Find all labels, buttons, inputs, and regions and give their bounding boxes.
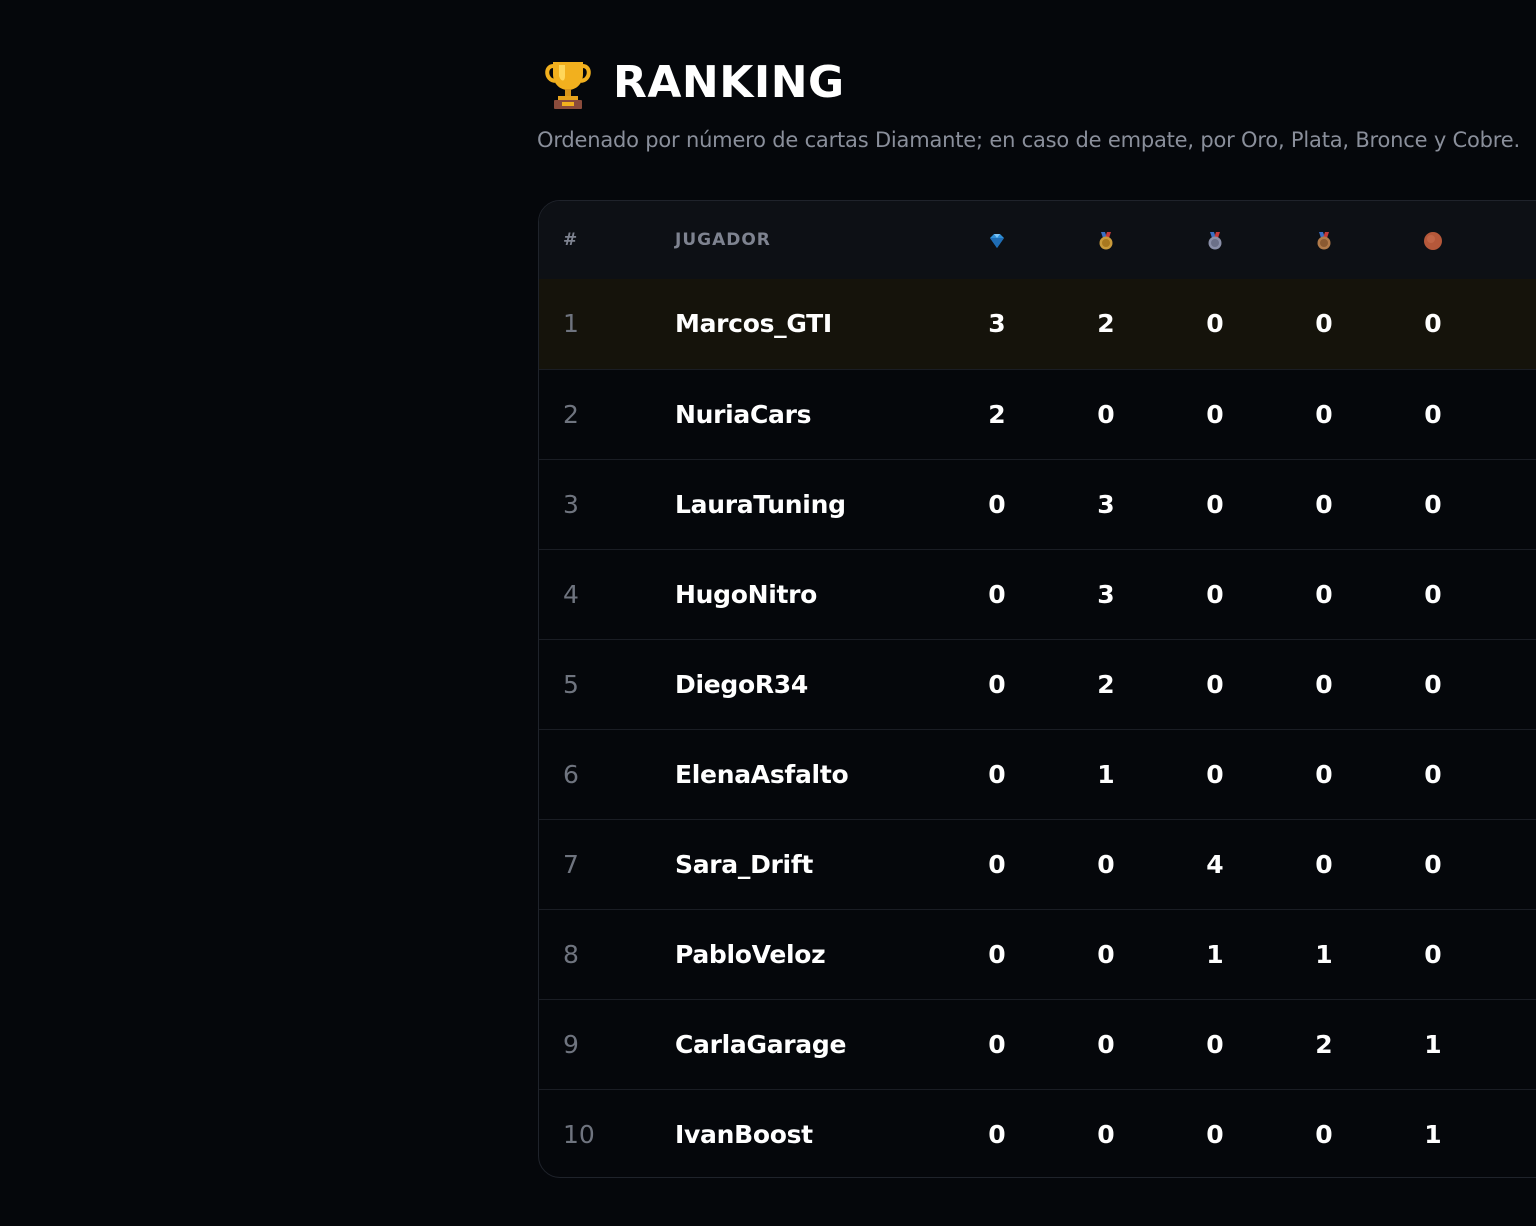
diamond-count-cell: 0 xyxy=(988,1030,1006,1059)
diamond-count-cell: 0 xyxy=(988,490,1006,519)
gold-count-cell: 0 xyxy=(1097,1120,1115,1149)
ranking-page: RANKING Ordenado por número de cartas Di… xyxy=(0,0,1536,1226)
gold-medal-icon xyxy=(1099,232,1113,250)
column-header-rank: # xyxy=(563,230,579,250)
copper-count-cell: 0 xyxy=(1424,760,1442,789)
rank-cell: 7 xyxy=(563,850,579,879)
silver-count-cell: 0 xyxy=(1206,670,1224,699)
diamond-count-cell: 2 xyxy=(988,400,1006,429)
gold-count-cell: 3 xyxy=(1097,490,1115,519)
bronze-count-cell: 0 xyxy=(1315,670,1333,699)
diamond-count-cell: 0 xyxy=(988,760,1006,789)
table-row: 6 ElenaAsfalto 0 1 0 0 0 xyxy=(539,729,1536,819)
bronze-count-cell: 0 xyxy=(1315,580,1333,609)
page-subtitle: Ordenado por número de cartas Diamante; … xyxy=(537,128,1520,152)
rank-cell: 10 xyxy=(563,1120,595,1149)
rank-cell: 4 xyxy=(563,580,579,609)
bronze-count-cell: 0 xyxy=(1315,850,1333,879)
copper-count-cell: 1 xyxy=(1424,1030,1442,1059)
table-row: 1 Marcos_GTI 3 2 0 0 0 xyxy=(539,279,1536,369)
copper-count-cell: 0 xyxy=(1424,490,1442,519)
table-row: 8 PabloVeloz 0 0 1 1 0 xyxy=(539,909,1536,999)
bronze-count-cell: 0 xyxy=(1315,1120,1333,1149)
diamond-count-cell: 3 xyxy=(988,309,1006,338)
gold-count-cell: 0 xyxy=(1097,400,1115,429)
player-name-cell: HugoNitro xyxy=(675,580,818,609)
rank-cell: 2 xyxy=(563,400,579,429)
gold-count-cell: 3 xyxy=(1097,580,1115,609)
diamond-count-cell: 0 xyxy=(988,580,1006,609)
bronze-count-cell: 0 xyxy=(1315,309,1333,338)
copper-count-cell: 0 xyxy=(1424,850,1442,879)
copper-count-cell: 0 xyxy=(1424,670,1442,699)
diamond-icon xyxy=(990,234,1004,248)
gold-count-cell: 2 xyxy=(1097,670,1115,699)
copper-count-cell: 0 xyxy=(1424,309,1442,338)
bronze-count-cell: 2 xyxy=(1315,1030,1333,1059)
silver-count-cell: 0 xyxy=(1206,400,1224,429)
player-name-cell: DiegoR34 xyxy=(675,670,808,699)
diamond-count-cell: 0 xyxy=(988,850,1006,879)
silver-count-cell: 0 xyxy=(1206,1120,1224,1149)
player-name-cell: LauraTuning xyxy=(675,490,846,519)
bronze-count-cell: 0 xyxy=(1315,490,1333,519)
table-row: 7 Sara_Drift 0 0 4 0 0 xyxy=(539,819,1536,909)
rank-cell: 9 xyxy=(563,1030,579,1059)
player-name-cell: Sara_Drift xyxy=(675,850,814,879)
table-row: 4 HugoNitro 0 3 0 0 0 xyxy=(539,549,1536,639)
copper-coin-icon xyxy=(1424,232,1442,250)
player-name-cell: CarlaGarage xyxy=(675,1030,847,1059)
gold-count-cell: 0 xyxy=(1097,1030,1115,1059)
column-header-player: JUGADOR xyxy=(675,230,771,250)
copper-count-cell: 1 xyxy=(1424,1120,1442,1149)
player-name-cell: ElenaAsfalto xyxy=(675,760,849,789)
trophy-icon xyxy=(545,62,591,109)
silver-count-cell: 0 xyxy=(1206,580,1224,609)
player-name-cell: NuriaCars xyxy=(675,400,812,429)
copper-count-cell: 0 xyxy=(1424,580,1442,609)
bronze-count-cell: 1 xyxy=(1315,940,1333,969)
gold-count-cell: 0 xyxy=(1097,850,1115,879)
bronze-count-cell: 0 xyxy=(1315,760,1333,789)
rank-cell: 3 xyxy=(563,490,579,519)
diamond-count-cell: 0 xyxy=(988,940,1006,969)
silver-count-cell: 0 xyxy=(1206,490,1224,519)
diamond-count-cell: 0 xyxy=(988,1120,1006,1149)
ranking-table: # JUGADOR 1 Marcos_GTI 3 2 0 0 0 2 Nuria… xyxy=(538,200,1536,1178)
table-row: 10 IvanBoost 0 0 0 0 1 xyxy=(539,1089,1536,1177)
player-name-cell: PabloVeloz xyxy=(675,940,826,969)
silver-count-cell: 1 xyxy=(1206,940,1224,969)
gold-count-cell: 2 xyxy=(1097,309,1115,338)
bronze-count-cell: 0 xyxy=(1315,400,1333,429)
bronze-medal-icon xyxy=(1317,232,1331,250)
table-row: 3 LauraTuning 0 3 0 0 0 xyxy=(539,459,1536,549)
title-row: RANKING xyxy=(545,56,845,110)
copper-count-cell: 0 xyxy=(1424,400,1442,429)
table-row: 5 DiegoR34 0 2 0 0 0 xyxy=(539,639,1536,729)
silver-medal-icon xyxy=(1208,232,1222,250)
silver-count-cell: 0 xyxy=(1206,1030,1224,1059)
silver-count-cell: 0 xyxy=(1206,309,1224,338)
diamond-count-cell: 0 xyxy=(988,670,1006,699)
gold-count-cell: 0 xyxy=(1097,940,1115,969)
table-row: 9 CarlaGarage 0 0 0 2 1 xyxy=(539,999,1536,1089)
rank-cell: 8 xyxy=(563,940,579,969)
rank-cell: 1 xyxy=(563,309,579,338)
silver-count-cell: 0 xyxy=(1206,760,1224,789)
silver-count-cell: 4 xyxy=(1206,850,1224,879)
table-header: # JUGADOR xyxy=(539,201,1536,279)
table-row: 2 NuriaCars 2 0 0 0 0 xyxy=(539,369,1536,459)
page-title: RANKING xyxy=(613,57,845,108)
player-name-cell: Marcos_GTI xyxy=(675,309,832,338)
rank-cell: 5 xyxy=(563,670,579,699)
player-name-cell: IvanBoost xyxy=(675,1120,813,1149)
gold-count-cell: 1 xyxy=(1097,760,1115,789)
rank-cell: 6 xyxy=(563,760,579,789)
copper-count-cell: 0 xyxy=(1424,940,1442,969)
